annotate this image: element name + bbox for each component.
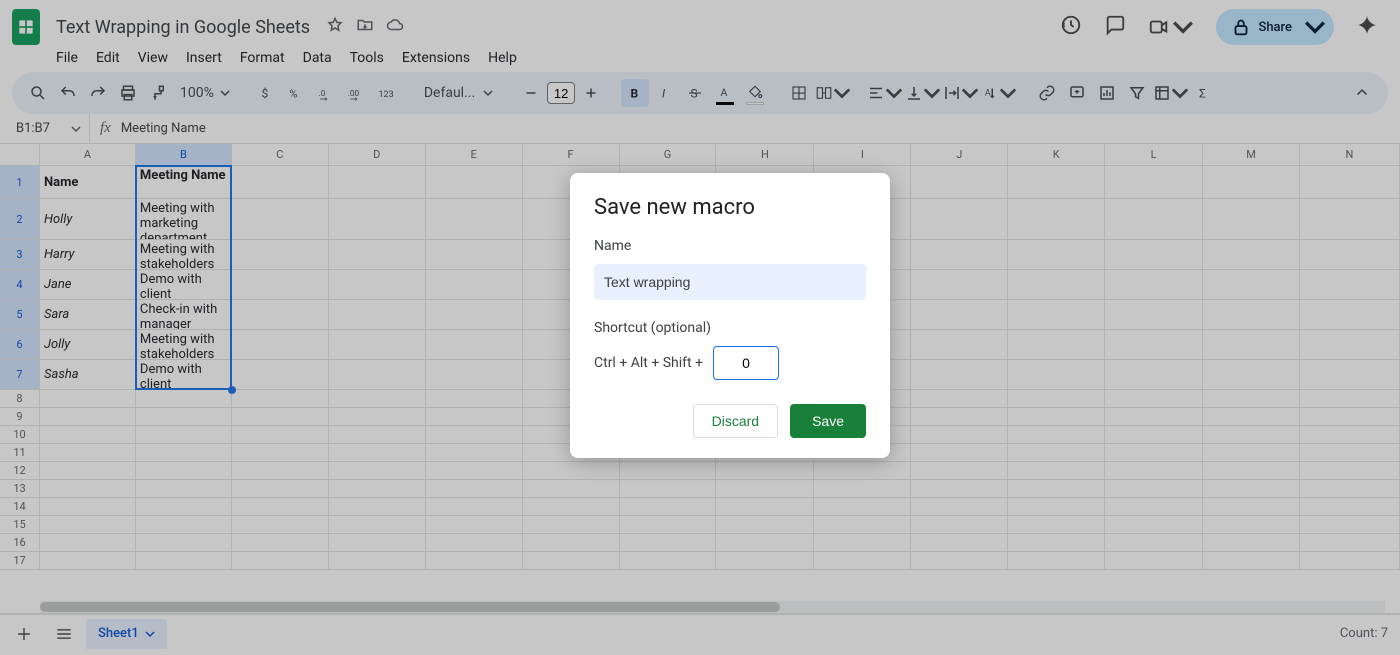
discard-button[interactable]: Discard [693,404,778,438]
shortcut-prefix: Ctrl + Alt + Shift + [594,355,703,371]
dialog-shortcut-label: Shortcut (optional) [594,320,866,336]
dialog-name-label: Name [594,238,866,254]
macro-name-input[interactable] [594,264,866,300]
save-button[interactable]: Save [790,404,866,438]
dialog-title: Save new macro [594,195,866,220]
shortcut-number-input[interactable] [713,346,779,380]
save-macro-dialog: Save new macro Name Shortcut (optional) … [570,173,890,458]
